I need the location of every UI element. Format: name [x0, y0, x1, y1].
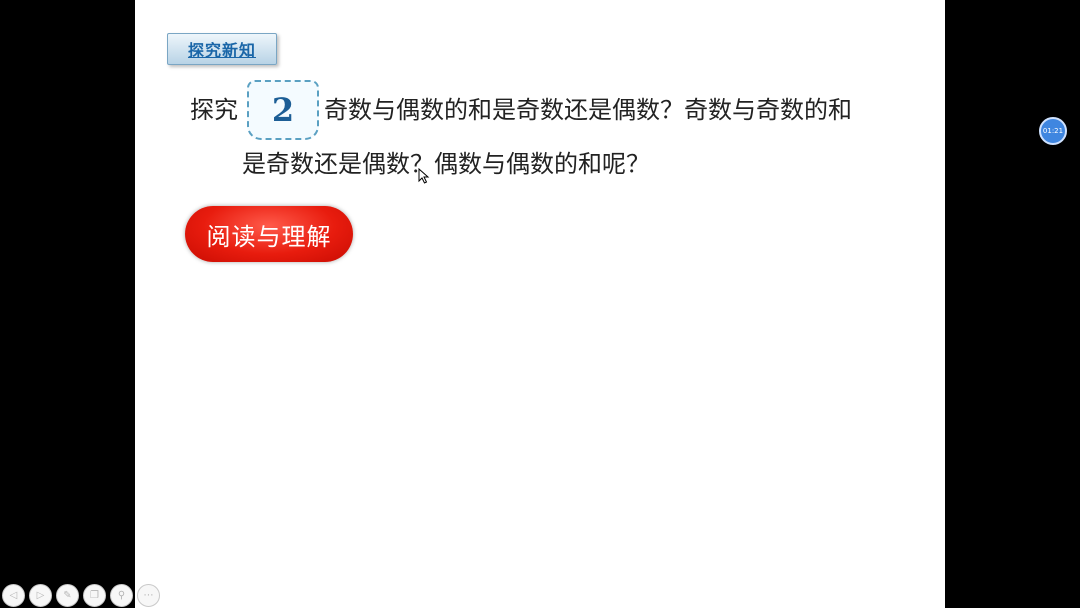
question-prefix: 探究 [190, 96, 238, 124]
playback-toolbar: ◁ ▷ ✎ ❐ ⚲ ⋯ [2, 584, 160, 607]
copy-icon[interactable]: ❐ [83, 584, 106, 607]
prev-icon[interactable]: ◁ [2, 584, 25, 607]
pen-icon[interactable]: ✎ [56, 584, 79, 607]
section-tag-text: 探究新知 [187, 41, 256, 60]
recording-timer-badge[interactable]: 01:21 [1039, 117, 1067, 145]
slide: 探究新知 探究 2 奇数与偶数的和是奇数还是偶数？奇数与奇数的和 是奇数还是偶数… [135, 0, 945, 608]
question-text-line-1: 奇数与偶数的和是奇数还是偶数？奇数与奇数的和 [324, 96, 852, 124]
question-text-line-2: 是奇数还是偶数？偶数与偶数的和呢？ [242, 150, 650, 178]
more-icon[interactable]: ⋯ [137, 584, 160, 607]
zoom-icon[interactable]: ⚲ [110, 584, 133, 607]
question-number-badge: 2 [247, 80, 319, 140]
mouse-cursor-icon [418, 168, 430, 184]
timer-text: 01:21 [1042, 127, 1064, 135]
section-tag: 探究新知 [167, 33, 277, 65]
read-and-understand-button[interactable]: 阅读与理解 [185, 206, 353, 262]
next-icon[interactable]: ▷ [29, 584, 52, 607]
question-number: 2 [271, 91, 295, 129]
read-and-understand-label: 阅读与理解 [206, 222, 332, 251]
